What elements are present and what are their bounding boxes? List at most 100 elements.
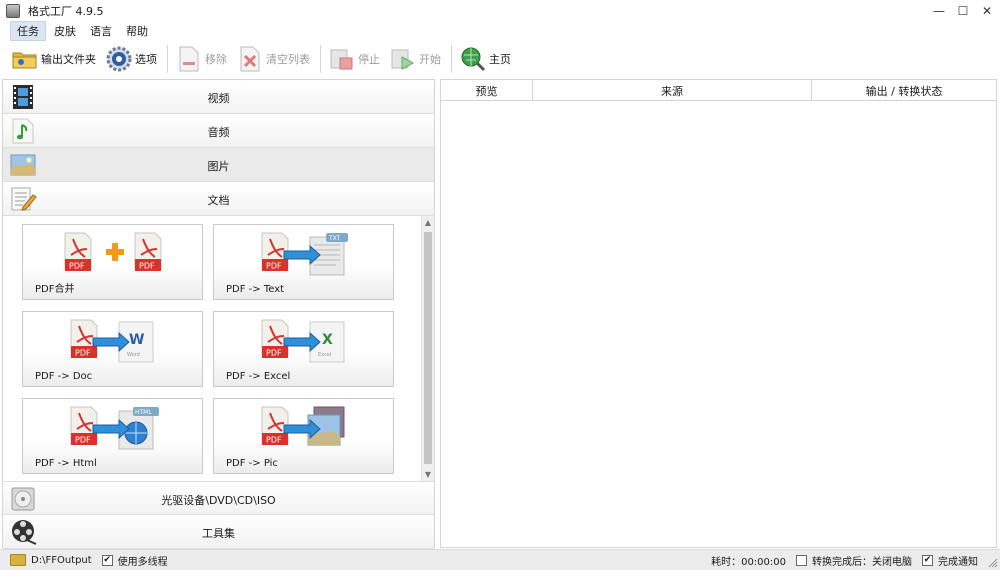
- category-optical-drive-label: 光驱设备\DVD\CD\ISO: [161, 494, 276, 507]
- clear-list-label: 清空列表: [266, 53, 310, 66]
- svg-text:PDF: PDF: [69, 262, 85, 271]
- pdf-to-text-icon: TXT PDF: [261, 232, 348, 276]
- svg-text:Word: Word: [127, 352, 140, 358]
- multithread-label: 使用多线程: [117, 556, 168, 568]
- notify-checkbox[interactable]: ✔: [922, 555, 933, 566]
- scrollbar-thumb[interactable]: [424, 232, 432, 464]
- menu-item-skin[interactable]: 皮肤: [48, 22, 82, 40]
- menu-item-help[interactable]: 帮助: [120, 22, 154, 40]
- shutdown-after-checkbox[interactable]: [796, 555, 807, 566]
- tile-pdf-merge-label: PDF合并: [35, 284, 75, 295]
- category-document[interactable]: 文档: [3, 182, 434, 216]
- tile-pdf-to-text[interactable]: TXT PDF PDF -> Text: [213, 224, 394, 300]
- svg-text:PDF: PDF: [266, 436, 282, 445]
- svg-text:W: W: [129, 332, 144, 348]
- category-picture[interactable]: 图片: [3, 148, 434, 182]
- elapsed-time: 耗时：00:00:00: [711, 557, 786, 568]
- category-tools[interactable]: 工具集: [3, 515, 434, 549]
- minimize-button[interactable]: —: [926, 0, 952, 22]
- svg-text:HTML: HTML: [135, 409, 152, 416]
- remove-label: 移除: [205, 53, 227, 66]
- category-document-label: 文档: [207, 194, 230, 207]
- output-folder-button[interactable]: 输出文件夹: [12, 43, 96, 75]
- svg-text:PDF: PDF: [75, 436, 91, 445]
- folder-icon: [12, 46, 38, 72]
- stop-icon: [329, 46, 355, 72]
- tile-pdf-to-excel[interactable]: X Excel PDF PDF -> Excel: [213, 311, 394, 387]
- status-bar: D:\FFOutput ✔ 使用多线程 耗时：00:00:00 转换完成后：关闭…: [0, 549, 1000, 570]
- toolbar-divider: [451, 45, 452, 73]
- clear-list-button[interactable]: 清空列表: [237, 43, 310, 75]
- window-title: 格式工厂 4.9.5: [28, 5, 104, 18]
- remove-file-icon: [176, 46, 202, 72]
- options-label: 选项: [135, 53, 157, 66]
- scroll-down-arrow-icon[interactable]: ▼: [422, 468, 434, 481]
- tile-pdf-to-text-label: PDF -> Text: [226, 284, 285, 295]
- output-folder-label: 输出文件夹: [41, 53, 96, 66]
- title-bar: 格式工厂 4.9.5 — ☐ ✕: [0, 0, 1000, 22]
- multithread-checkbox[interactable]: ✔: [101, 554, 113, 566]
- pdf-to-pic-icon: PDF: [261, 406, 345, 446]
- stop-button[interactable]: 停止: [329, 43, 380, 75]
- svg-text:PDF: PDF: [266, 262, 282, 271]
- category-audio[interactable]: 音频: [3, 114, 434, 148]
- category-picture-label: 图片: [207, 160, 230, 173]
- status-right-group: 耗时：00:00:00 转换完成后：关闭电脑 ✔ 完成通知: [706, 550, 978, 570]
- app-icon: [6, 4, 20, 18]
- stop-label: 停止: [358, 53, 380, 66]
- task-list-panel[interactable]: 预览 来源 输出 / 转换状态: [440, 79, 997, 548]
- options-button[interactable]: 选项: [106, 43, 157, 75]
- category-audio-label: 音频: [207, 126, 230, 139]
- menu-item-task[interactable]: 任务: [10, 21, 46, 41]
- toolbar: 输出文件夹 选项 移除 清空列表 停止 开始 主页: [0, 40, 1000, 78]
- tile-pdf-to-doc[interactable]: W Word PDF PDF -> Doc: [22, 311, 203, 387]
- resize-grip-icon[interactable]: [988, 558, 998, 568]
- column-preview[interactable]: 预览: [441, 80, 533, 101]
- close-button[interactable]: ✕: [974, 0, 1000, 22]
- tile-pdf-to-html[interactable]: HTML PDF PDF -> Html: [22, 398, 203, 474]
- tile-pdf-to-excel-label: PDF -> Excel: [226, 371, 291, 382]
- pdf-to-doc-icon: W Word PDF: [70, 319, 154, 363]
- tile-pdf-to-pic-label: PDF -> Pic: [226, 458, 278, 469]
- pdf-to-html-icon: HTML PDF: [70, 406, 159, 450]
- start-icon: [390, 46, 416, 72]
- pdf-to-excel-icon: X Excel PDF: [261, 319, 345, 363]
- task-grid-header: 预览 来源 输出 / 转换状态: [441, 80, 996, 101]
- toolbar-divider: [320, 45, 321, 73]
- start-button[interactable]: 开始: [390, 43, 441, 75]
- category-optical-drive[interactable]: 光驱设备\DVD\CD\ISO: [3, 481, 434, 515]
- tiles-scrollbar[interactable]: ▲ ▼: [421, 216, 434, 481]
- pdf-merge-icon: PDF PDF: [64, 232, 162, 271]
- column-output-status[interactable]: 输出 / 转换状态: [812, 80, 996, 101]
- globe-search-icon: [460, 46, 486, 72]
- tile-pdf-merge[interactable]: PDF PDF PDF合并: [22, 224, 203, 300]
- svg-text:PDF: PDF: [139, 262, 155, 271]
- tile-pdf-to-html-label: PDF -> Html: [35, 458, 97, 469]
- svg-text:PDF: PDF: [75, 349, 91, 358]
- tile-pdf-to-pic[interactable]: PDF PDF -> Pic: [213, 398, 394, 474]
- tile-pdf-to-doc-label: PDF -> Doc: [35, 371, 93, 382]
- gear-icon: [106, 46, 132, 72]
- home-label: 主页: [489, 53, 511, 66]
- svg-text:Excel: Excel: [318, 352, 331, 358]
- remove-button[interactable]: 移除: [176, 43, 227, 75]
- svg-text:PDF: PDF: [266, 349, 282, 358]
- output-path[interactable]: D:\FFOutput: [31, 555, 92, 566]
- document-tasks-list: PDF PDF PDF合并 TXT PDF PDF -> Text W Word …: [3, 216, 434, 481]
- svg-text:X: X: [322, 332, 333, 348]
- svg-text:TXT: TXT: [328, 235, 341, 242]
- category-tools-label: 工具集: [202, 527, 235, 540]
- category-video-label: 视频: [207, 92, 230, 105]
- notify-label: 完成通知: [938, 557, 978, 568]
- task-category-panel: 视频 音频 图片 文档 PDF PDF PDF合并 TXT PDF PDF ->…: [2, 79, 435, 549]
- menu-item-language[interactable]: 语言: [84, 22, 118, 40]
- shutdown-after-label: 转换完成后：关闭电脑: [812, 557, 912, 568]
- column-source[interactable]: 来源: [533, 80, 812, 101]
- maximize-button[interactable]: ☐: [950, 0, 976, 22]
- start-label: 开始: [419, 53, 441, 66]
- category-video[interactable]: 视频: [3, 80, 434, 114]
- toolbar-divider: [167, 45, 168, 73]
- folder-icon[interactable]: [10, 554, 26, 566]
- scroll-up-arrow-icon[interactable]: ▲: [422, 216, 434, 229]
- home-button[interactable]: 主页: [460, 43, 511, 75]
